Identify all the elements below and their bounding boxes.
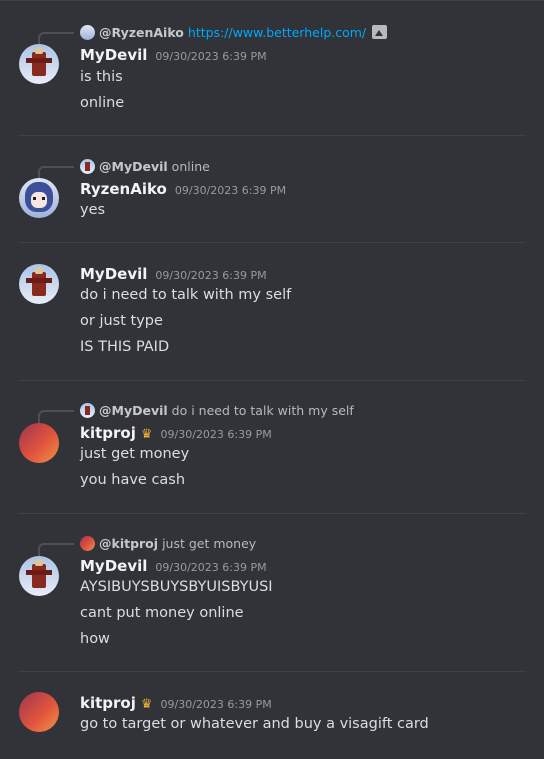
reply-text[interactable]: online — [172, 159, 210, 174]
avatar-figure — [26, 267, 52, 296]
avatar[interactable] — [19, 423, 59, 463]
message-line: online — [80, 95, 125, 111]
reply-avatar — [80, 24, 95, 40]
username[interactable]: MyDevil — [80, 557, 147, 575]
username[interactable]: kitproj — [80, 424, 136, 442]
timestamp[interactable]: 09/30/2023 6:39 PM — [161, 698, 272, 711]
message-line: how — [80, 631, 110, 647]
reply-author[interactable]: @RyzenAiko — [99, 25, 184, 40]
message-divider — [18, 671, 526, 672]
reply-avatar — [80, 158, 95, 174]
reply-link[interactable]: https://www.betterhelp.com/ — [188, 25, 366, 40]
username[interactable]: MyDevil — [80, 265, 147, 283]
message-line: yes — [80, 202, 106, 218]
timestamp[interactable]: 09/30/2023 6:39 PM — [155, 561, 266, 574]
message-line: is this — [80, 69, 123, 85]
message-line: go to target or whatever and buy a visag… — [80, 716, 429, 732]
avatar[interactable] — [19, 44, 59, 84]
avatar[interactable] — [19, 692, 59, 732]
message-divider — [18, 135, 526, 136]
message-divider — [18, 513, 526, 514]
message-line: or just type — [80, 313, 163, 329]
avatar[interactable] — [19, 264, 59, 304]
reply-avatar — [80, 402, 95, 418]
avatar[interactable] — [19, 556, 59, 596]
reply-preview[interactable]: @kitproj just get money — [38, 534, 256, 557]
timestamp[interactable]: 09/30/2023 6:39 PM — [175, 184, 286, 197]
reply-preview[interactable]: @MyDevil online — [38, 157, 210, 180]
reply-spine — [38, 543, 74, 557]
message-line: do i need to talk with my self — [80, 287, 292, 303]
username[interactable]: MyDevil — [80, 46, 147, 64]
message-divider — [18, 242, 526, 243]
reply-preview[interactable]: @RyzenAiko https://www.betterhelp.com/ — [38, 23, 388, 46]
timestamp[interactable]: 09/30/2023 6:39 PM — [155, 269, 266, 282]
avatar-figure — [26, 47, 52, 76]
timestamp[interactable]: 09/30/2023 6:39 PM — [155, 50, 266, 63]
crown-icon: ♛ — [140, 427, 153, 442]
message-line: just get money — [80, 446, 190, 462]
message-line: IS THIS PAID — [80, 339, 170, 355]
username[interactable]: kitproj — [80, 694, 136, 712]
top-divider — [0, 0, 544, 1]
message-header: MyDevil 09/30/2023 6:39 PM — [80, 46, 267, 66]
username[interactable]: RyzenAiko — [80, 180, 167, 198]
timestamp[interactable]: 09/30/2023 6:39 PM — [161, 428, 272, 441]
reply-avatar — [80, 535, 95, 551]
reply-preview[interactable]: @MyDevil do i need to talk with my self — [38, 401, 354, 424]
reply-author[interactable]: @kitproj — [99, 536, 158, 551]
crown-icon: ♛ — [140, 697, 153, 712]
message-header: MyDevil 09/30/2023 6:39 PM — [80, 265, 267, 285]
reply-text[interactable]: just get money — [162, 536, 256, 551]
message-divider — [18, 380, 526, 381]
message-line: you have cash — [80, 472, 186, 488]
reply-spine — [38, 410, 74, 424]
message-line: AYSIBUYSBUYSBYUISBYUSI — [80, 579, 273, 595]
avatar-eyes — [33, 197, 45, 200]
reply-text[interactable]: do i need to talk with my self — [172, 403, 354, 418]
image-icon — [372, 25, 388, 39]
avatar-figure — [26, 559, 52, 588]
message-header: kitproj ♛ 09/30/2023 6:39 PM — [80, 424, 272, 444]
message-header: RyzenAiko 09/30/2023 6:39 PM — [80, 180, 286, 200]
avatar[interactable] — [19, 178, 59, 218]
avatar-face — [31, 192, 47, 208]
message-line: cant put money online — [80, 605, 244, 621]
reply-author[interactable]: @MyDevil — [99, 159, 168, 174]
reply-author[interactable]: @MyDevil — [99, 403, 168, 418]
message-header: MyDevil 09/30/2023 6:39 PM — [80, 557, 267, 577]
message-header: kitproj ♛ 09/30/2023 6:39 PM — [80, 694, 272, 714]
